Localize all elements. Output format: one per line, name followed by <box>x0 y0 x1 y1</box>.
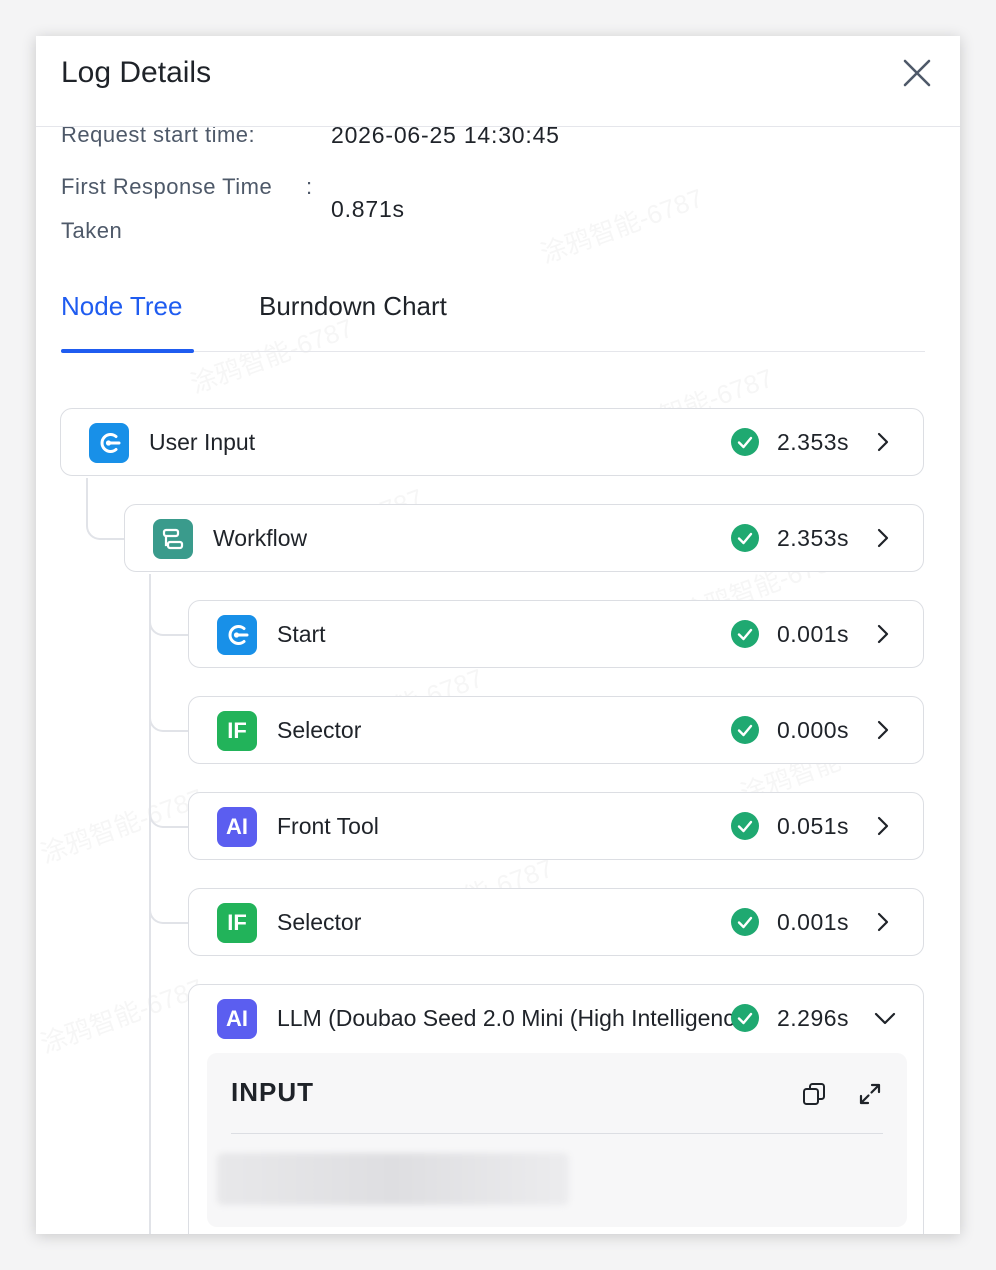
node-duration: 0.001s <box>777 909 850 935</box>
tree-node-llm[interactable]: AI LLM (Doubao Seed 2.0 Mini (High Intel… <box>188 984 924 1234</box>
first-response-colon: : <box>306 174 313 199</box>
dialog-title: Log Details <box>61 56 212 89</box>
tree-connector <box>149 884 190 924</box>
node-status-group: 2.296s <box>729 985 923 1051</box>
success-check-icon <box>731 524 759 552</box>
tab-node-tree[interactable]: Node Tree <box>61 291 182 322</box>
node-status-group: 0.001s <box>729 601 923 667</box>
copy-icon <box>803 1083 825 1105</box>
node-status-group: 0.051s <box>729 793 923 859</box>
node-status-group: 0.000s <box>729 697 923 763</box>
tree-node-selector-2[interactable]: IF Selector 0.001s <box>188 888 924 956</box>
chevron-down-icon[interactable] <box>873 1007 897 1029</box>
copy-button[interactable] <box>801 1081 827 1107</box>
dialog-header: Log Details <box>36 36 960 127</box>
expand-arrows-icon <box>859 1083 881 1105</box>
node-label: User Input <box>149 429 256 455</box>
input-panel-title: INPUT <box>231 1077 314 1107</box>
watermark: 涂鸦智能-6787 <box>536 182 708 270</box>
tree-node-start[interactable]: Start 0.001s <box>188 600 924 668</box>
node-label: Front Tool <box>277 813 379 839</box>
if-icon: IF <box>217 711 257 751</box>
success-check-icon <box>731 1004 759 1032</box>
ai-icon: AI <box>217 999 257 1039</box>
node-label: Start <box>277 621 326 647</box>
chevron-right-icon <box>877 432 889 452</box>
chevron-right-icon <box>877 528 889 548</box>
node-duration: 0.000s <box>777 717 850 743</box>
node-duration: 2.353s <box>777 429 850 455</box>
node-status-group: 0.001s <box>729 889 923 955</box>
node-status-group: 2.353s <box>729 505 923 571</box>
tree-connector <box>149 692 190 732</box>
node-duration: 0.051s <box>777 813 850 839</box>
success-check-icon <box>731 428 759 456</box>
tree-node-workflow[interactable]: Workflow 2.353s <box>124 504 924 572</box>
tree-node-user-input[interactable]: User Input 2.353s <box>60 408 924 476</box>
chevron-right-icon <box>877 624 889 644</box>
log-details-panel: 涂鸦智能-6787 涂鸦智能-6787 涂鸦智能-6787 涂鸦智能-6787 … <box>36 36 960 1234</box>
first-response-label: First Response Time <box>61 174 273 199</box>
tree-node-front-tool[interactable]: AI Front Tool 0.051s <box>188 792 924 860</box>
node-label: Workflow <box>213 525 308 551</box>
watermark: 涂鸦智能-6787 <box>36 972 208 1060</box>
node-status-group: 2.353s <box>729 409 923 475</box>
node-duration: 2.353s <box>777 525 850 551</box>
active-tab-indicator <box>61 349 194 353</box>
chevron-right-icon <box>877 816 889 836</box>
first-response-value: 0.871s <box>331 196 405 222</box>
input-node-icon <box>89 423 129 463</box>
close-icon <box>903 59 931 87</box>
tree-connector <box>149 788 190 828</box>
node-label: Selector <box>277 717 362 743</box>
close-button[interactable] <box>900 56 934 90</box>
node-label: Selector <box>277 909 362 935</box>
node-label: LLM (Doubao Seed 2.0 Mini (High Intellig… <box>277 1005 735 1031</box>
redacted-content <box>217 1153 569 1205</box>
first-response-label-line2: Taken <box>61 218 123 243</box>
success-check-icon <box>731 716 759 744</box>
tab-bar: Node Tree Burndown Chart <box>61 281 925 353</box>
input-panel: INPUT <box>207 1053 907 1227</box>
tree-connector <box>149 596 190 636</box>
tab-burndown-chart[interactable]: Burndown Chart <box>259 291 447 322</box>
node-duration: 2.296s <box>777 1005 850 1031</box>
divider <box>231 1133 883 1134</box>
workflow-icon <box>153 519 193 559</box>
chevron-right-icon <box>877 912 889 932</box>
node-duration: 0.001s <box>777 621 850 647</box>
chevron-right-icon <box>877 720 889 740</box>
ai-icon: AI <box>217 807 257 847</box>
success-check-icon <box>731 620 759 648</box>
success-check-icon <box>731 908 759 936</box>
tree-connector <box>86 478 126 540</box>
success-check-icon <box>731 812 759 840</box>
tree-node-selector[interactable]: IF Selector 0.000s <box>188 696 924 764</box>
if-icon: IF <box>217 903 257 943</box>
input-node-icon <box>217 615 257 655</box>
fullscreen-button[interactable] <box>857 1081 883 1107</box>
